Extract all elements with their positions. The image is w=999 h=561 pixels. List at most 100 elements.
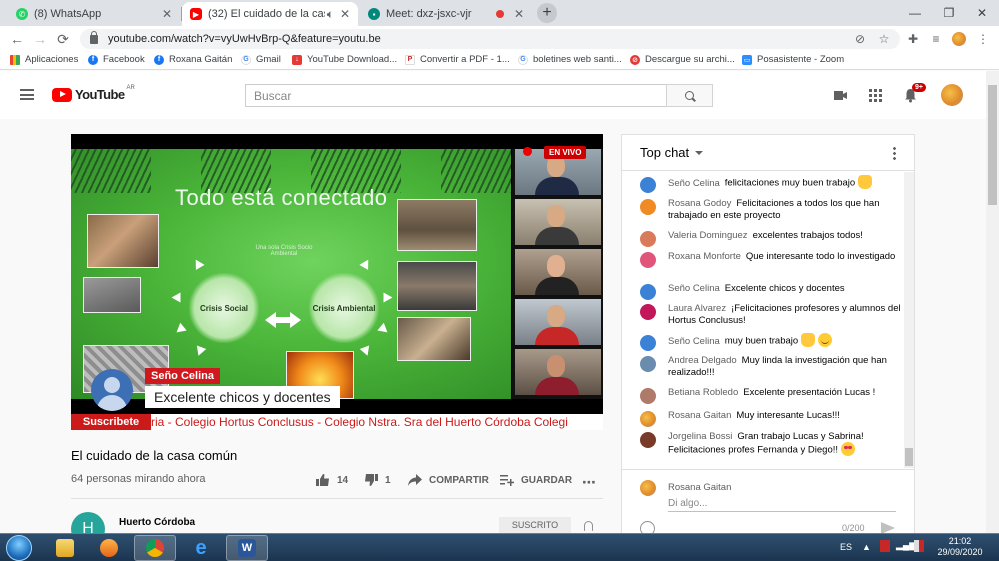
chevron-down-icon[interactable] <box>695 150 704 155</box>
arrow-icon <box>359 257 373 270</box>
slide-center-caption: Una sola Crisis Socio Ambiental <box>255 245 313 257</box>
tray-expand-icon[interactable]: ▲ <box>862 542 871 552</box>
chat-avatar <box>640 411 656 427</box>
save-button[interactable]: GUARDAR <box>500 474 572 486</box>
search-input[interactable]: Buscar <box>245 84 667 107</box>
media-player-icon <box>100 539 118 557</box>
url-text: youtube.com/watch?v=vyUwHvBrp-Q&feature=… <box>108 33 381 45</box>
live-badge: EN VIVO <box>544 146 587 159</box>
profile-avatar-icon[interactable] <box>951 31 967 47</box>
bookmark-youtube-download[interactable]: ↓ YouTube Download... <box>292 54 397 65</box>
dislike-button[interactable]: 1 <box>364 474 391 486</box>
chat-avatar <box>640 177 656 193</box>
presentation-slide: Todo está conectado Crisis Social Crisis… <box>71 149 511 399</box>
video-player[interactable]: Todo está conectado Crisis Social Crisis… <box>71 134 603 430</box>
maximize-button[interactable]: ❐ <box>932 0 966 26</box>
close-icon[interactable]: ✕ <box>514 7 524 21</box>
chat-message: Valeria Dominguez excelentes trabajos tod… <box>640 230 902 247</box>
chat-avatar <box>640 284 656 300</box>
input-language[interactable]: ES <box>840 542 852 552</box>
channel-name[interactable]: Huerto Córdoba <box>119 517 195 528</box>
close-icon[interactable]: ✕ <box>340 7 350 21</box>
participant-tile <box>515 249 601 295</box>
bookmark-gmail[interactable]: G Gmail <box>241 54 281 65</box>
chat-message: Roxana Monforte Que interesante todo lo i… <box>640 251 902 268</box>
forward-arrow-icon[interactable]: → <box>31 30 49 48</box>
chat-scrollbar-thumb[interactable] <box>905 448 913 466</box>
volume-muted-icon[interactable] <box>914 540 924 552</box>
channel-bell-icon[interactable] <box>584 521 593 531</box>
extensions-puzzle-icon[interactable]: ✚ <box>905 31 921 47</box>
taskbar-chrome[interactable] <box>134 535 176 561</box>
word-icon: W <box>238 539 256 557</box>
current-user-name: Rosana Gaitan <box>668 482 732 493</box>
eye-slash-icon[interactable]: ⊘ <box>852 31 868 47</box>
windows-start-icon[interactable] <box>6 535 32 561</box>
chat-message-input[interactable]: Di algo... <box>668 496 896 512</box>
speaker-icon[interactable]: 🔈︎ <box>327 7 334 22</box>
search-icon <box>685 91 694 100</box>
kebab-menu-icon[interactable]: ⋮ <box>975 31 991 47</box>
arrow-icon <box>171 292 181 303</box>
smiling-face-emoji-icon <box>818 333 833 347</box>
back-arrow-icon[interactable]: ← <box>8 30 26 48</box>
chat-message: Seño Celina muy buen trabajo <box>640 333 902 351</box>
new-tab-button[interactable]: + <box>537 3 557 23</box>
reload-icon[interactable]: ⟳ <box>54 30 72 48</box>
thumbs-up-icon <box>316 474 329 486</box>
apps-grid-icon[interactable] <box>868 88 883 103</box>
bookmark-roxana-gaitan[interactable]: f Roxana Gaitán <box>154 54 232 65</box>
page-scrollbar-thumb[interactable] <box>988 85 997 205</box>
taskbar-word[interactable]: W <box>226 535 268 561</box>
chat-avatar <box>640 304 656 320</box>
chat-message: Rosana Godoy Felicitaciones a todos los q… <box>640 198 902 222</box>
waving-hand-emoji-icon <box>858 175 873 189</box>
bookmark-facebook[interactable]: f Facebook <box>88 54 145 65</box>
subscribed-button[interactable]: SUSCRITO <box>499 517 571 533</box>
address-bar[interactable]: youtube.com/watch?v=vyUwHvBrp-Q&feature=… <box>80 29 900 49</box>
tab-whatsapp[interactable]: ✆ (8) WhatsApp ✕ <box>8 2 180 26</box>
chat-more-options-icon[interactable] <box>893 146 896 160</box>
viewer-count: 64 personas mirando ahora <box>71 473 206 485</box>
page-scrollbar[interactable] <box>986 71 999 533</box>
close-window-button[interactable]: ✕ <box>965 0 999 26</box>
tab-meet[interactable]: ▪ Meet: dxz-jsxc-vjr ✕ <box>360 2 532 26</box>
tab-youtube[interactable]: ▶ (32) El cuidado de la casa co 🔈︎ ✕ <box>182 2 358 26</box>
chat-mode-dropdown[interactable]: Top chat <box>640 145 689 160</box>
wildlife-photo <box>397 317 471 361</box>
chrome-icon <box>146 539 164 557</box>
search-button[interactable] <box>666 84 713 107</box>
bookmark-zoom[interactable]: ▭ Posasistente - Zoom <box>742 54 844 65</box>
bookmark-convertir-pdf[interactable]: P Convertir a PDF - 1... <box>405 54 510 65</box>
chat-message-list: Seño Celina felicitaciones muy buen traba… <box>622 172 904 468</box>
taskbar-media-player[interactable] <box>88 535 130 561</box>
like-count: 14 <box>337 474 349 486</box>
google-icon: G <box>241 54 251 65</box>
slum-photo <box>83 277 141 313</box>
overlay-comment-author: Seño Celina <box>145 368 220 384</box>
video-title: El cuidado de la casa común <box>71 448 238 463</box>
tray-flag-icon[interactable] <box>880 540 890 552</box>
more-actions-icon[interactable]: ⋯ <box>582 474 596 491</box>
bookmark-boletines[interactable]: G boletines web santi... <box>518 54 622 65</box>
like-button[interactable]: 14 <box>316 474 348 486</box>
taskbar-file-explorer[interactable] <box>44 535 86 561</box>
close-icon[interactable]: ✕ <box>162 7 172 21</box>
hamburger-menu-icon[interactable] <box>20 89 34 100</box>
bookmark-aplicaciones[interactable]: Aplicaciones <box>10 54 78 65</box>
minimize-button[interactable]: — <box>898 0 932 26</box>
chat-scrollbar[interactable] <box>904 172 914 468</box>
account-avatar[interactable] <box>941 84 963 106</box>
system-clock[interactable]: 21:02 29/09/2020 <box>936 536 984 558</box>
share-button[interactable]: COMPARTIR <box>408 474 489 486</box>
bookmark-descargue[interactable]: ⊘ Descargue su archi... <box>630 54 735 65</box>
youtube-logo[interactable]: YouTube AR <box>52 85 135 102</box>
facebook-icon: f <box>154 54 164 65</box>
crisis-ambiental-node: Crisis Ambiental <box>309 273 379 343</box>
create-video-icon[interactable] <box>833 88 848 103</box>
bookmark-star-icon[interactable]: ☆ <box>876 31 892 47</box>
media-queue-icon[interactable]: ≡ <box>928 31 944 47</box>
taskbar-internet-explorer[interactable]: e <box>180 535 222 561</box>
share-arrow-icon <box>408 474 422 486</box>
chat-message: Laura Alvarez ¡Felicitaciones profesores … <box>640 303 902 327</box>
